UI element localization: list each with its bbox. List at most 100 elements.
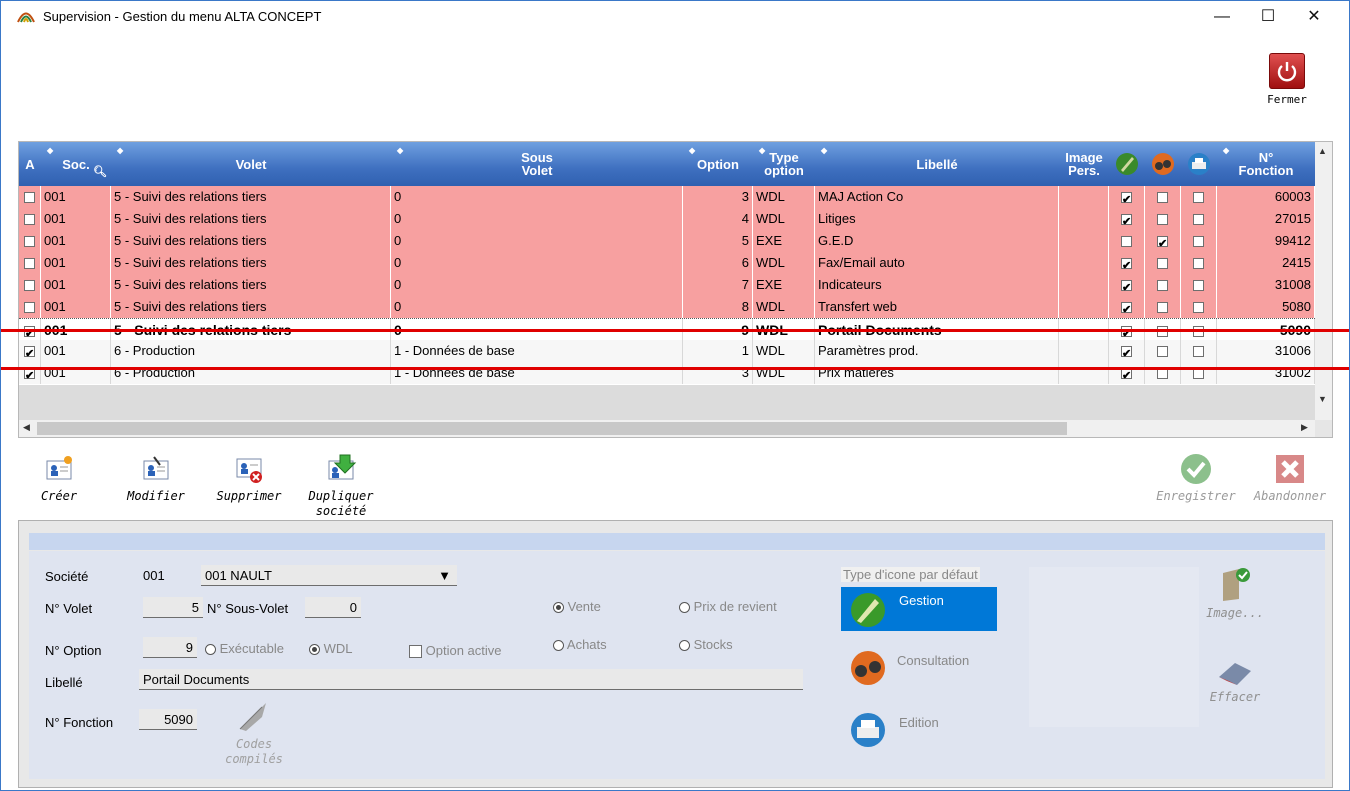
table-row[interactable]: 001 5 - Suivi des relations tiers 0 5 EX… <box>19 230 1315 253</box>
search-icon[interactable]: 🔍︎ <box>93 166 107 179</box>
gestion-checkbox[interactable] <box>1121 343 1132 362</box>
vente-radio-dot[interactable] <box>553 602 564 614</box>
volet-field[interactable]: 5 <box>143 597 203 618</box>
edition-checkbox[interactable] <box>1193 192 1204 204</box>
gestion-checkbox[interactable] <box>1121 277 1132 296</box>
volet-label: N° Volet <box>45 601 93 616</box>
chevron-down-icon[interactable]: ▼ <box>438 565 451 586</box>
effacer-button[interactable]: Effacer <box>1205 657 1265 704</box>
header-type-option[interactable]: ◆ Type option <box>753 142 815 186</box>
header-fonction[interactable]: ◆ N° Fonction <box>1217 142 1315 186</box>
scroll-left-icon[interactable]: ◀ <box>23 422 30 433</box>
gestion-checkbox[interactable] <box>1121 255 1132 274</box>
table-row[interactable]: 001 5 - Suivi des relations tiers 0 8 WD… <box>19 296 1315 319</box>
prix-revient-radio[interactable]: Prix de revient <box>679 599 777 614</box>
header-gestion[interactable] <box>1109 142 1145 186</box>
edition-checkbox[interactable] <box>1193 280 1204 292</box>
gestion-checkbox[interactable] <box>1121 189 1132 208</box>
consultation-checkbox[interactable] <box>1157 192 1168 204</box>
edition-checkbox[interactable] <box>1193 236 1204 248</box>
creer-button[interactable]: Créer <box>31 453 87 504</box>
table-row[interactable]: 001 5 - Suivi des relations tiers 0 3 WD… <box>19 186 1315 209</box>
edition-option[interactable]: Edition <box>841 707 997 757</box>
consultation-option[interactable]: Consultation <box>841 645 997 695</box>
row-active-checkbox[interactable] <box>24 343 35 362</box>
fonction-field[interactable]: 5090 <box>139 709 197 730</box>
edition-checkbox[interactable] <box>1193 346 1204 358</box>
row-active-checkbox[interactable] <box>24 302 35 314</box>
cell-soc: 001 <box>41 208 111 230</box>
abandonner-button[interactable]: Abandonner <box>1245 453 1335 504</box>
gestion-option[interactable]: Gestion <box>841 587 997 631</box>
societe-select[interactable]: 001 NAULT ▼ <box>201 565 457 586</box>
header-sous-volet[interactable]: ◆ Sous Volet <box>391 142 683 186</box>
row-active-checkbox[interactable] <box>24 214 35 226</box>
executable-radio-dot[interactable] <box>205 644 216 656</box>
horizontal-scrollbar[interactable]: ◀ ▶ <box>19 420 1315 437</box>
gestion-checkbox[interactable] <box>1121 211 1132 230</box>
stocks-radio-dot[interactable] <box>679 640 690 652</box>
row-active-checkbox[interactable] <box>24 258 35 270</box>
image-button[interactable]: Image... <box>1205 565 1265 620</box>
header-soc[interactable]: ◆ Soc. 🔍︎ <box>41 142 111 186</box>
header-option[interactable]: ◆ Option <box>683 142 753 186</box>
horizontal-scroll-thumb[interactable] <box>37 422 1067 435</box>
row-active-checkbox[interactable] <box>24 236 35 248</box>
option-active-checkbox[interactable]: Option active <box>409 643 502 659</box>
table-row[interactable]: 001 6 - Production 1 - Données de base 3… <box>19 362 1315 385</box>
fermer-button[interactable]: Fermer <box>1261 53 1313 123</box>
cell-sous-volet: 0 <box>391 274 683 296</box>
header-image-pers[interactable]: Image Pers. <box>1059 142 1109 186</box>
scroll-right-icon[interactable]: ▶ <box>1301 422 1308 433</box>
table-row[interactable]: 001 6 - Production 1 - Données de base 1… <box>19 340 1315 363</box>
consultation-checkbox[interactable] <box>1157 233 1168 252</box>
achats-radio[interactable]: Achats <box>553 637 607 652</box>
modifier-button[interactable]: Modifier <box>121 453 191 504</box>
sous-volet-field[interactable]: 0 <box>305 597 361 618</box>
cell-libelle: Fax/Email auto <box>815 252 1059 274</box>
enregistrer-button[interactable]: Enregistrer <box>1151 453 1241 504</box>
header-libelle[interactable]: ◆ Libellé <box>815 142 1059 186</box>
table-row[interactable]: 001 5 - Suivi des relations tiers 0 4 WD… <box>19 208 1315 231</box>
header-edition[interactable] <box>1181 142 1217 186</box>
consultation-checkbox[interactable] <box>1157 302 1168 314</box>
gestion-checkbox[interactable] <box>1121 299 1132 318</box>
table-row[interactable]: 001 5 - Suivi des relations tiers 0 6 WD… <box>19 252 1315 275</box>
codes-compiles-button[interactable]: Codes compilés <box>219 699 289 767</box>
consultation-checkbox[interactable] <box>1157 280 1168 292</box>
consultation-checkbox[interactable] <box>1157 346 1168 358</box>
consultation-checkbox[interactable] <box>1157 214 1168 226</box>
consultation-checkbox[interactable] <box>1157 258 1168 270</box>
scroll-down-icon[interactable]: ▼ <box>1318 394 1327 404</box>
wdl-radio-dot[interactable] <box>309 644 320 656</box>
minimize-button[interactable]: — <box>1199 1 1245 33</box>
option-active-box[interactable] <box>409 645 422 659</box>
cell-soc: 001 <box>41 186 111 208</box>
gestion-checkbox[interactable] <box>1121 236 1132 248</box>
libelle-field[interactable]: Portail Documents <box>139 669 803 690</box>
scroll-up-icon[interactable]: ▲ <box>1318 146 1327 156</box>
edition-checkbox[interactable] <box>1193 302 1204 314</box>
header-a[interactable]: A <box>19 142 41 186</box>
cell-sous-volet: 1 - Données de base <box>391 340 683 362</box>
edition-checkbox[interactable] <box>1193 214 1204 226</box>
supprimer-button[interactable]: Supprimer <box>209 453 289 504</box>
option-field[interactable]: 9 <box>143 637 197 658</box>
header-volet[interactable]: ◆ Volet <box>111 142 391 186</box>
stocks-radio[interactable]: Stocks <box>679 637 733 652</box>
executable-radio[interactable]: Exécutable <box>205 641 284 656</box>
vertical-scrollbar[interactable]: ▲ ▼ <box>1315 142 1332 420</box>
prix-revient-radio-dot[interactable] <box>679 602 690 614</box>
maximize-button[interactable]: ☐ <box>1245 1 1291 33</box>
cell-volet: 6 - Production <box>111 340 391 362</box>
table-row[interactable]: 001 5 - Suivi des relations tiers 0 7 EX… <box>19 274 1315 297</box>
vente-radio[interactable]: Vente <box>553 599 601 614</box>
achats-radio-dot[interactable] <box>553 640 564 652</box>
wdl-radio[interactable]: WDL <box>309 641 353 656</box>
close-window-button[interactable]: ✕ <box>1291 1 1337 33</box>
row-active-checkbox[interactable] <box>24 192 35 204</box>
row-active-checkbox[interactable] <box>24 280 35 292</box>
header-consultation[interactable] <box>1145 142 1181 186</box>
dupliquer-societe-button[interactable]: Dupliquer société <box>301 453 381 519</box>
edition-checkbox[interactable] <box>1193 258 1204 270</box>
